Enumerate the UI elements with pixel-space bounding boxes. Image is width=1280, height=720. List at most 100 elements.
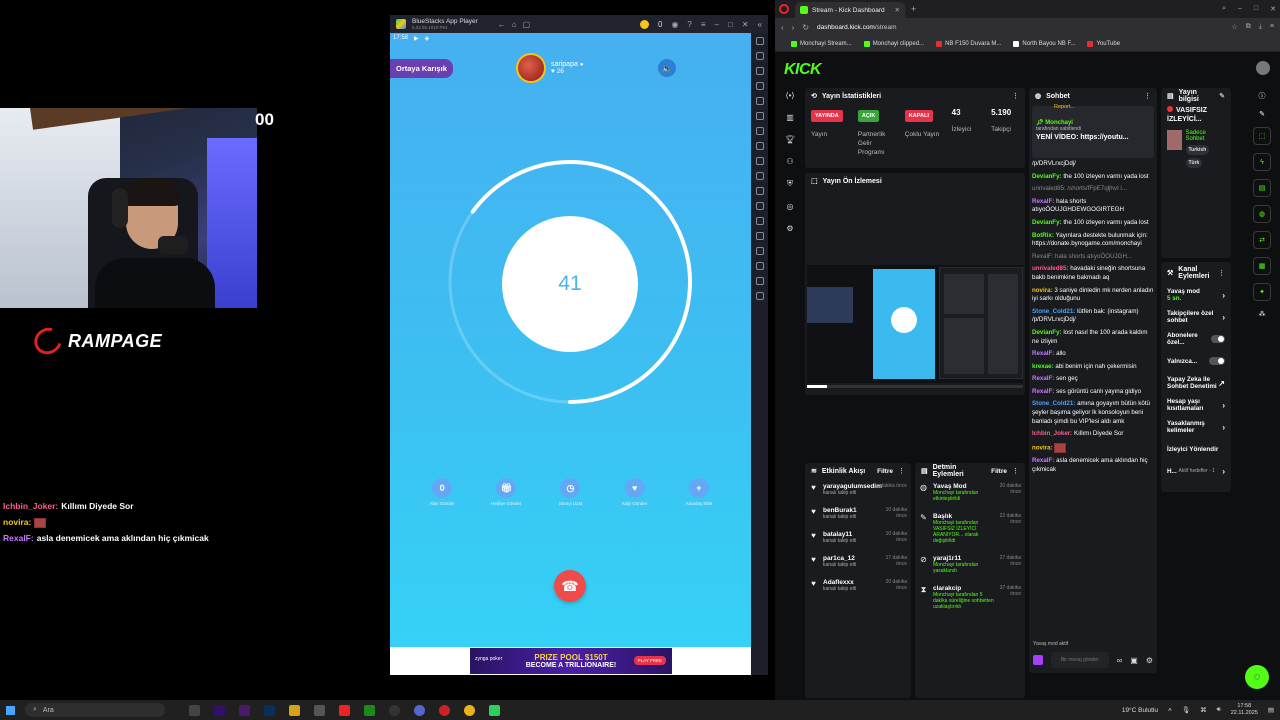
new-tab-icon[interactable]: + [911, 4, 916, 14]
kick-logo[interactable]: KICK [784, 61, 822, 79]
discord-icon[interactable] [414, 704, 425, 716]
home-icon[interactable]: ⌂ [512, 20, 517, 29]
minimize-icon[interactable]: – [1238, 5, 1242, 13]
menu-icon[interactable]: ≡ [1270, 23, 1274, 31]
banned-words-row[interactable]: Yasaklanmış kelimeler › [1161, 416, 1231, 438]
layout-icon[interactable]: ▦ [1253, 257, 1271, 275]
avatar[interactable] [1256, 61, 1270, 75]
profile-icon[interactable]: ◉ [671, 20, 678, 29]
settings-icon[interactable]: ⚙ [786, 224, 793, 233]
close-icon[interactable]: ✕ [742, 20, 749, 29]
category-link[interactable]: Sadece Sohbet [1186, 130, 1226, 142]
chat-input[interactable]: Bir mesaj gönder [1050, 652, 1109, 668]
chat-username[interactable]: Stone_Cold21: [1032, 400, 1075, 407]
tool-icon[interactable] [755, 262, 764, 270]
url-field[interactable]: dashboard.kick.com/stream [817, 24, 896, 31]
send-gift-button[interactable]: 🎁︎ Hediye Gönder [481, 478, 531, 506]
tab-kick-dashboard[interactable]: Stream - Kick Dashboard ✕ [795, 2, 905, 18]
more-icon[interactable]: ⋮ [1012, 467, 1019, 475]
xbox-icon[interactable] [364, 704, 375, 716]
ad-cta-button[interactable]: PLAY FREE [633, 656, 666, 665]
emote-picker-icon[interactable] [1033, 655, 1043, 665]
clip-icon[interactable]: ⬚ [1253, 127, 1271, 145]
info-icon[interactable]: ⓘ [1253, 91, 1271, 101]
bluestacks-icon[interactable] [489, 704, 500, 716]
chat-username[interactable]: novira: [1032, 287, 1053, 294]
moderation-icon[interactable]: ⛨ [787, 179, 793, 189]
host-viewers-row[interactable]: İzleyici Yönlendir [1161, 438, 1231, 460]
task-view-icon[interactable] [189, 704, 200, 716]
pinned-message[interactable]: Report... 📌︎ Monchayi tarafından sabitle… [1032, 104, 1154, 158]
stream-preview-video[interactable] [807, 265, 1023, 383]
tool-icon[interactable] [755, 247, 764, 255]
filter-button[interactable]: Filtre [877, 468, 893, 475]
group-icon[interactable]: ⁂ [1253, 309, 1271, 319]
tool-icon[interactable] [755, 52, 764, 60]
windows-start-icon[interactable] [6, 705, 15, 715]
back-icon[interactable]: ← [498, 20, 506, 29]
link-icon[interactable]: ∞ [1117, 656, 1123, 665]
account-age-row[interactable]: Hesap yaşı kısıtlamaları › [1161, 394, 1231, 416]
chrome-icon[interactable] [464, 704, 475, 716]
chat-icon[interactable]: ◍ [1253, 205, 1271, 223]
tool-icon[interactable] [755, 217, 764, 225]
chat-username[interactable]: Ichbin_Joker: [1032, 430, 1072, 437]
network-icon[interactable]: ⌘ [1200, 706, 1207, 714]
tool-icon[interactable] [755, 142, 764, 150]
more-icon[interactable]: ⋮ [1218, 269, 1225, 277]
toggle[interactable] [1210, 335, 1225, 343]
edit-icon[interactable]: ✎ [1253, 109, 1271, 119]
followers-only-row[interactable]: Takipçilere özel sohbet › [1161, 306, 1231, 328]
close-tab-icon[interactable]: ✕ [895, 6, 900, 14]
photoshop-icon[interactable] [264, 704, 275, 716]
more-icon[interactable]: ⋮ [898, 467, 905, 475]
help-icon[interactable]: ? [687, 20, 691, 29]
chat-username[interactable]: RexalF: [1032, 457, 1054, 464]
host-profile[interactable]: saripapa ● ♥ 26 [516, 53, 583, 83]
tool-icon[interactable] [755, 172, 764, 180]
tools-icon[interactable]: ✦ [1253, 283, 1271, 301]
tool-icon[interactable] [755, 277, 764, 285]
avatar[interactable] [516, 53, 546, 83]
extend-time-button[interactable]: ◷ Süreyi Uzat [545, 478, 595, 506]
chat-fab-button[interactable]: ◌ [1245, 665, 1269, 689]
extensions-icon[interactable]: ⧉ [1246, 23, 1251, 31]
chat-username[interactable]: DevianFy: [1032, 173, 1062, 180]
tool-icon[interactable] [755, 97, 764, 105]
random-match-button[interactable]: Ortaya Karışık [390, 59, 453, 78]
opera-logo-icon[interactable] [779, 4, 789, 14]
bookmark-item[interactable]: YouTube [1087, 40, 1120, 47]
maximize-icon[interactable]: □ [1254, 5, 1258, 13]
premiere-icon[interactable] [214, 704, 225, 716]
tool-icon[interactable] [755, 202, 764, 210]
expand-sidebar-icon[interactable]: « [758, 20, 762, 29]
tool-icon[interactable] [755, 187, 764, 195]
ad-banner[interactable]: zynga poker PRIZE POOL $150T BECOME A TR… [470, 648, 672, 674]
more-icon[interactable]: ⋮ [1012, 92, 1019, 100]
chat-username[interactable]: RexalF: [1032, 350, 1054, 357]
send-heart-button[interactable]: ♥ Kalp Gönder [610, 478, 660, 506]
bookmark-icon[interactable]: ☆ [1232, 23, 1238, 31]
tool-icon[interactable] [755, 37, 764, 45]
minimize-icon[interactable]: – [715, 20, 719, 29]
tool-icon[interactable] [755, 157, 764, 165]
chat-username[interactable]: DevianFy: [1032, 329, 1062, 336]
ai-moderation-row[interactable]: Yapay Zeka ile Sohbet Denetimi ↗ [1161, 372, 1231, 394]
notepad-icon[interactable] [314, 704, 325, 716]
mic-icon[interactable]: 🎙︎ [1182, 706, 1190, 714]
download-icon[interactable]: ⤓ [1259, 23, 1262, 31]
reload-icon[interactable]: ↻ [802, 23, 809, 32]
gift-icon[interactable]: ▣ [1130, 656, 1138, 665]
chat-username[interactable]: unrivaled85: [1032, 265, 1068, 272]
settings-icon[interactable]: ⚙ [1146, 656, 1153, 665]
maximize-icon[interactable]: □ [728, 20, 733, 29]
tool-icon[interactable] [755, 82, 764, 90]
bookmark-item[interactable]: Monchayi Stream... [791, 40, 852, 47]
community-icon[interactable]: ⚇ [786, 157, 793, 166]
chat-username[interactable]: DevianFy: [1032, 219, 1062, 226]
send-gold-button[interactable]: 0 Altın Gönder [417, 478, 467, 506]
clock[interactable]: 17:58 22.11.2025 [1231, 703, 1258, 717]
chat-username[interactable]: krexae: [1032, 363, 1054, 370]
add-friend-button[interactable]: + Arkadaş Ekle [674, 478, 724, 506]
bookmark-item[interactable]: Monchayi clipped... [863, 40, 924, 47]
